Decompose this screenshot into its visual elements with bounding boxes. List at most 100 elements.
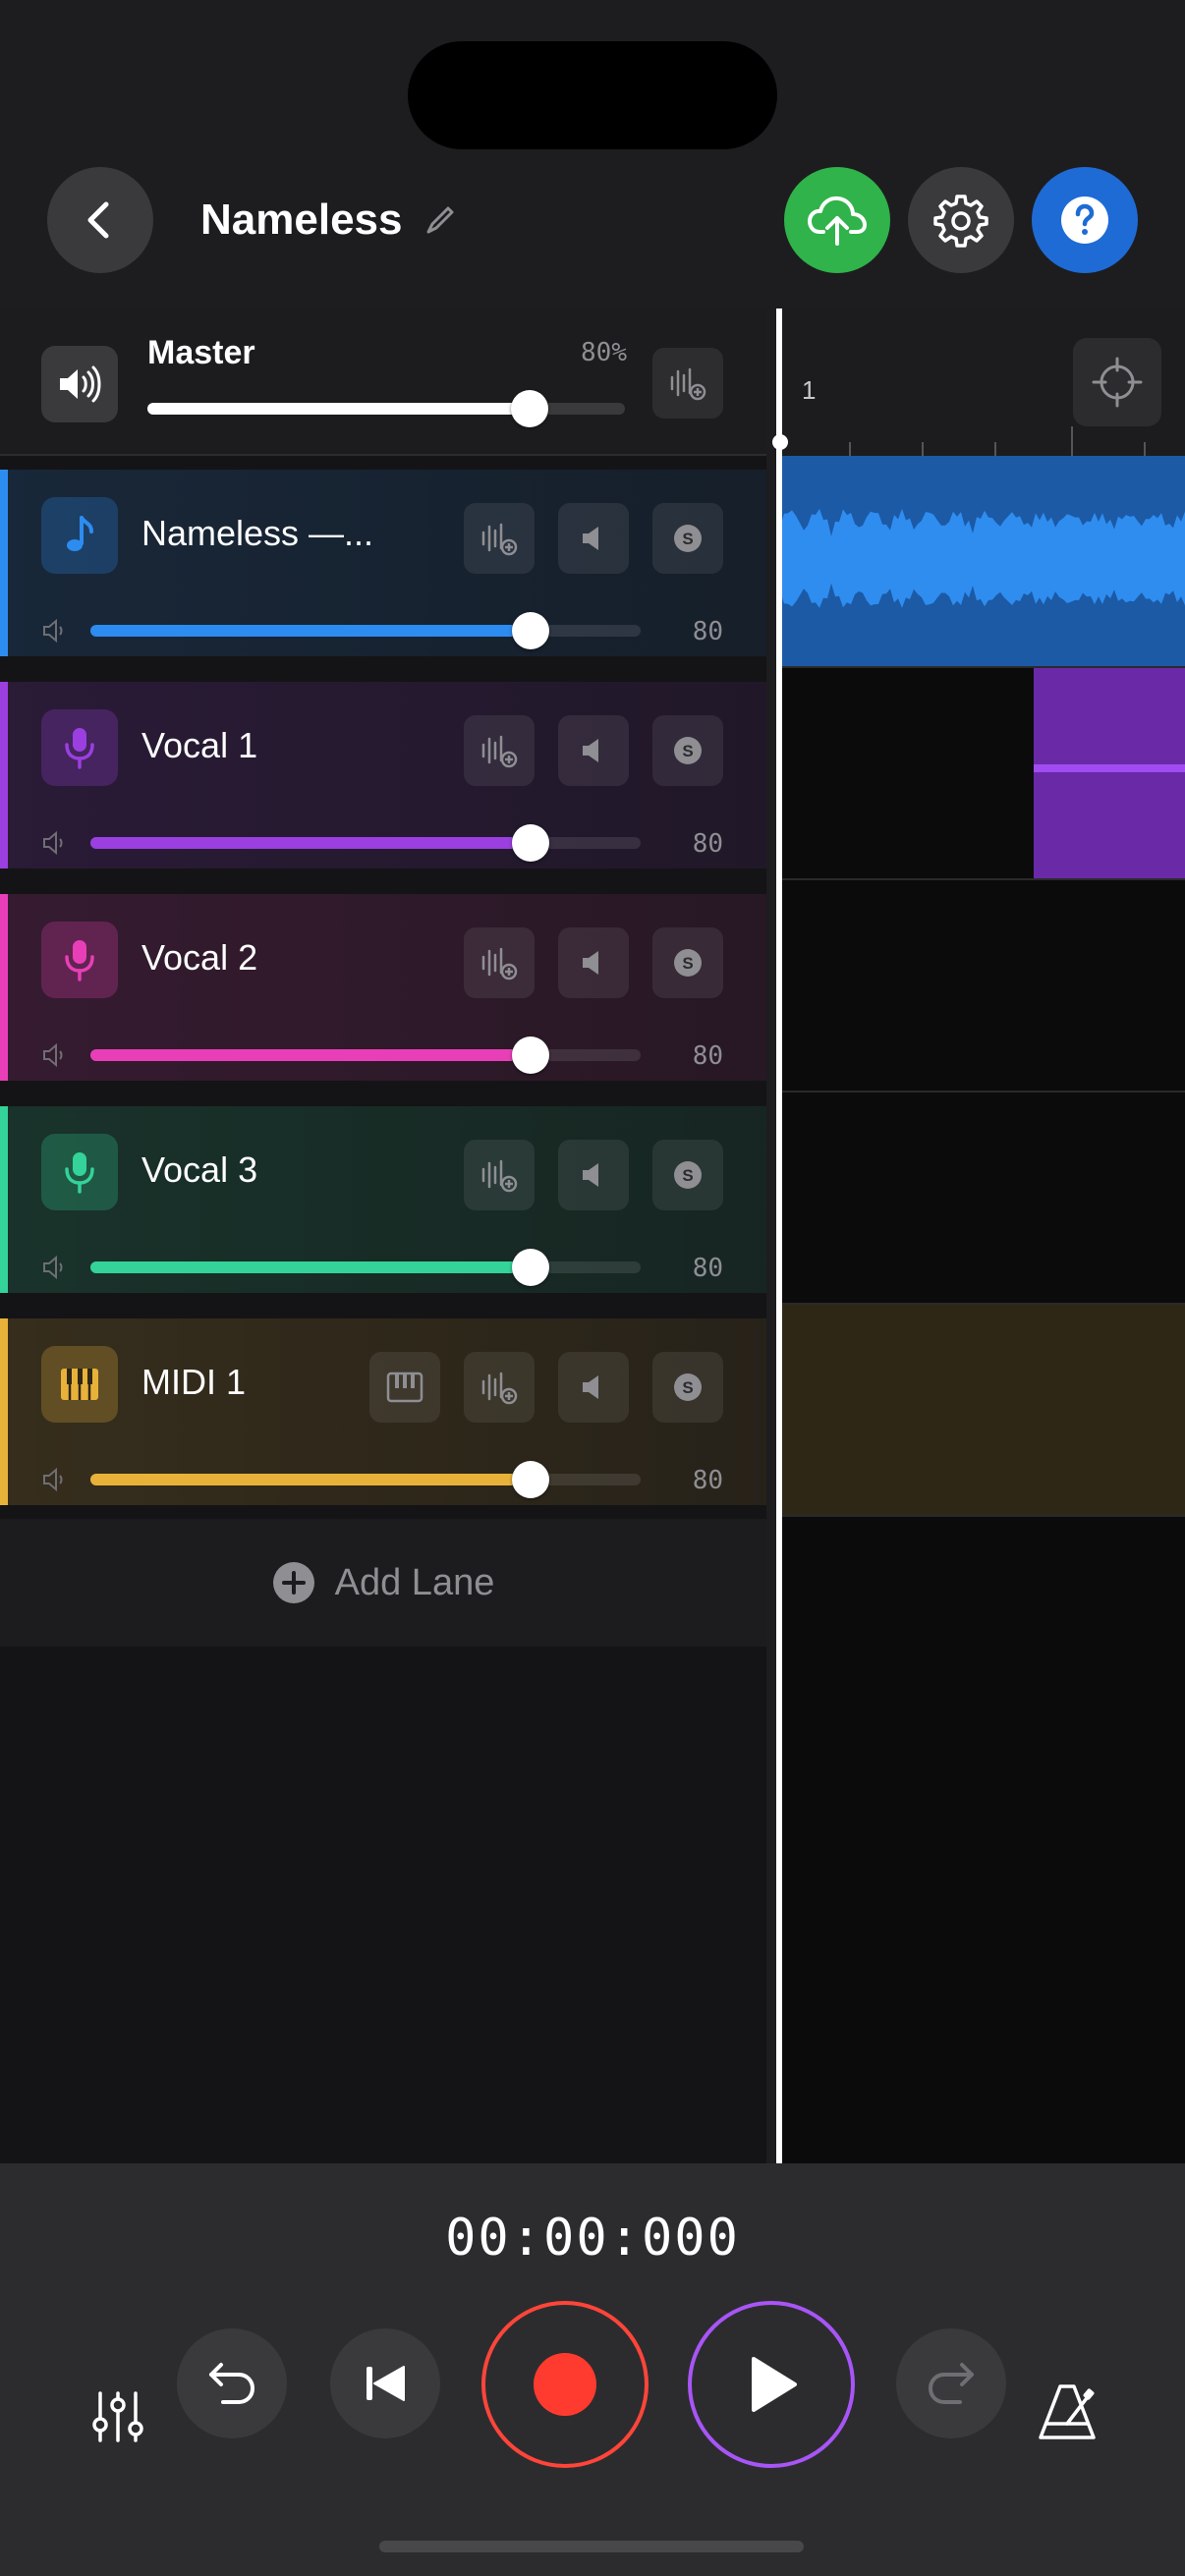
- back-button[interactable]: [47, 167, 153, 273]
- lane-icon-button[interactable]: [41, 709, 118, 786]
- lane-volume-slider[interactable]: [90, 824, 641, 862]
- sliders-icon: [92, 2391, 143, 2442]
- record-button[interactable]: [481, 2301, 649, 2468]
- add-lane-label: Add Lane: [334, 1561, 495, 1603]
- lane-volume-value: 80: [692, 1041, 723, 1071]
- piano-icon: [386, 1372, 423, 1403]
- clip-center-line: [1034, 764, 1185, 772]
- ruler-tick: [1071, 426, 1073, 456]
- cloud-upload-button[interactable]: [784, 167, 890, 273]
- lane-color-stripe: [0, 470, 8, 656]
- speaker-mute-icon: [583, 951, 598, 975]
- lane-row[interactable]: Vocal 2 S 80: [0, 894, 766, 1081]
- solo-button[interactable]: S: [652, 1140, 723, 1210]
- lane-volume-fill: [90, 1261, 531, 1273]
- timeline[interactable]: 1 2: [776, 308, 1185, 2163]
- master-add-effect-button[interactable]: [652, 348, 723, 419]
- solo-button[interactable]: S: [652, 1352, 723, 1423]
- cloud-upload-icon: [808, 196, 867, 246]
- metronome-button[interactable]: [1028, 2374, 1106, 2452]
- add-effect-button[interactable]: [464, 715, 535, 786]
- lane-icon-button[interactable]: [41, 922, 118, 998]
- undo-icon: [209, 2363, 255, 2404]
- lane-row[interactable]: Vocal 1 S 80: [0, 682, 766, 868]
- plus-circle-icon: [272, 1562, 314, 1603]
- add-effect-button[interactable]: [464, 503, 535, 574]
- lane-icon-button[interactable]: [41, 1346, 118, 1423]
- pencil-icon[interactable]: [423, 202, 458, 238]
- gear-icon: [933, 195, 988, 248]
- volume-icon: [43, 1467, 63, 1492]
- lane-name[interactable]: MIDI 1: [141, 1362, 246, 1403]
- lane-volume-thumb[interactable]: [512, 1461, 549, 1498]
- metronome-icon: [1039, 2384, 1096, 2439]
- panel-divider[interactable]: [766, 308, 776, 2163]
- lane-volume-slider[interactable]: [90, 1249, 641, 1286]
- lane-volume-slider[interactable]: [90, 1036, 641, 1074]
- svg-text:S: S: [682, 1378, 693, 1397]
- add-effect-button[interactable]: [464, 927, 535, 998]
- redo-button[interactable]: [896, 2328, 1006, 2438]
- piano-roll-button[interactable]: [369, 1352, 440, 1423]
- follow-playhead-button[interactable]: [1073, 338, 1161, 426]
- bar-label-1: 1: [802, 375, 817, 405]
- lane-volume-thumb[interactable]: [512, 824, 549, 862]
- chevron-left-icon: [87, 201, 109, 239]
- play-button[interactable]: [688, 2301, 855, 2468]
- mute-button[interactable]: [558, 1140, 629, 1210]
- audio-clip[interactable]: [776, 456, 1185, 666]
- project-title[interactable]: Nameless: [200, 193, 402, 248]
- question-mark-icon: [1061, 196, 1108, 244]
- solo-icon: S: [674, 1373, 702, 1401]
- lane-icon-button[interactable]: [41, 1134, 118, 1210]
- lane-icon-button[interactable]: [41, 497, 118, 574]
- midi-lane-region[interactable]: [776, 1305, 1185, 1515]
- lane-row[interactable]: Vocal 3 S 80: [0, 1106, 766, 1293]
- lane-volume-thumb[interactable]: [512, 1249, 549, 1286]
- rewind-to-start-button[interactable]: [330, 2328, 440, 2438]
- svg-text:S: S: [682, 742, 693, 760]
- vocal-1-clip[interactable]: [1034, 668, 1185, 878]
- lane-name[interactable]: Nameless —...: [141, 513, 373, 554]
- mute-button[interactable]: [558, 927, 629, 998]
- settings-button[interactable]: [908, 167, 1014, 273]
- lane-volume-fill: [90, 837, 531, 849]
- mute-button[interactable]: [558, 1352, 629, 1423]
- redo-icon: [928, 2363, 974, 2404]
- lane-row[interactable]: MIDI 1 S 80: [0, 1318, 766, 1505]
- lane-name[interactable]: Vocal 2: [141, 937, 257, 979]
- add-effect-button[interactable]: [464, 1140, 535, 1210]
- master-volume-thumb[interactable]: [510, 390, 548, 427]
- solo-icon: S: [674, 949, 702, 977]
- playhead[interactable]: [776, 308, 782, 2163]
- mute-button[interactable]: [558, 503, 629, 574]
- add-lane-button[interactable]: Add Lane: [0, 1519, 766, 1647]
- lane-volume-thumb[interactable]: [512, 1036, 549, 1074]
- lane-color-stripe: [0, 894, 8, 1081]
- speaker-mute-icon: [583, 1163, 598, 1187]
- help-button[interactable]: [1032, 167, 1138, 273]
- undo-button[interactable]: [177, 2328, 287, 2438]
- lane-volume-slider[interactable]: [90, 612, 641, 649]
- master-volume-slider[interactable]: [147, 390, 625, 427]
- solo-icon: S: [674, 737, 702, 764]
- timeline-ruler[interactable]: 1 2: [776, 308, 1185, 456]
- lane-volume-slider[interactable]: [90, 1461, 641, 1498]
- master-speaker-button[interactable]: [41, 346, 118, 422]
- microphone-icon: [65, 728, 94, 769]
- microphone-icon: [65, 940, 94, 981]
- solo-button[interactable]: S: [652, 715, 723, 786]
- ruler-tick: [1144, 442, 1146, 456]
- lane-volume-thumb[interactable]: [512, 612, 549, 649]
- playhead-handle[interactable]: [772, 434, 788, 450]
- lane-name[interactable]: Vocal 1: [141, 725, 257, 766]
- lane-name[interactable]: Vocal 3: [141, 1149, 257, 1191]
- solo-button[interactable]: S: [652, 927, 723, 998]
- solo-button[interactable]: S: [652, 503, 723, 574]
- add-effect-button[interactable]: [464, 1352, 535, 1423]
- lane-separator: [776, 1515, 1185, 1517]
- mixer-button[interactable]: [81, 2380, 155, 2454]
- ruler-tick: [849, 442, 851, 456]
- lane-row[interactable]: Nameless —... S 80: [0, 470, 766, 656]
- mute-button[interactable]: [558, 715, 629, 786]
